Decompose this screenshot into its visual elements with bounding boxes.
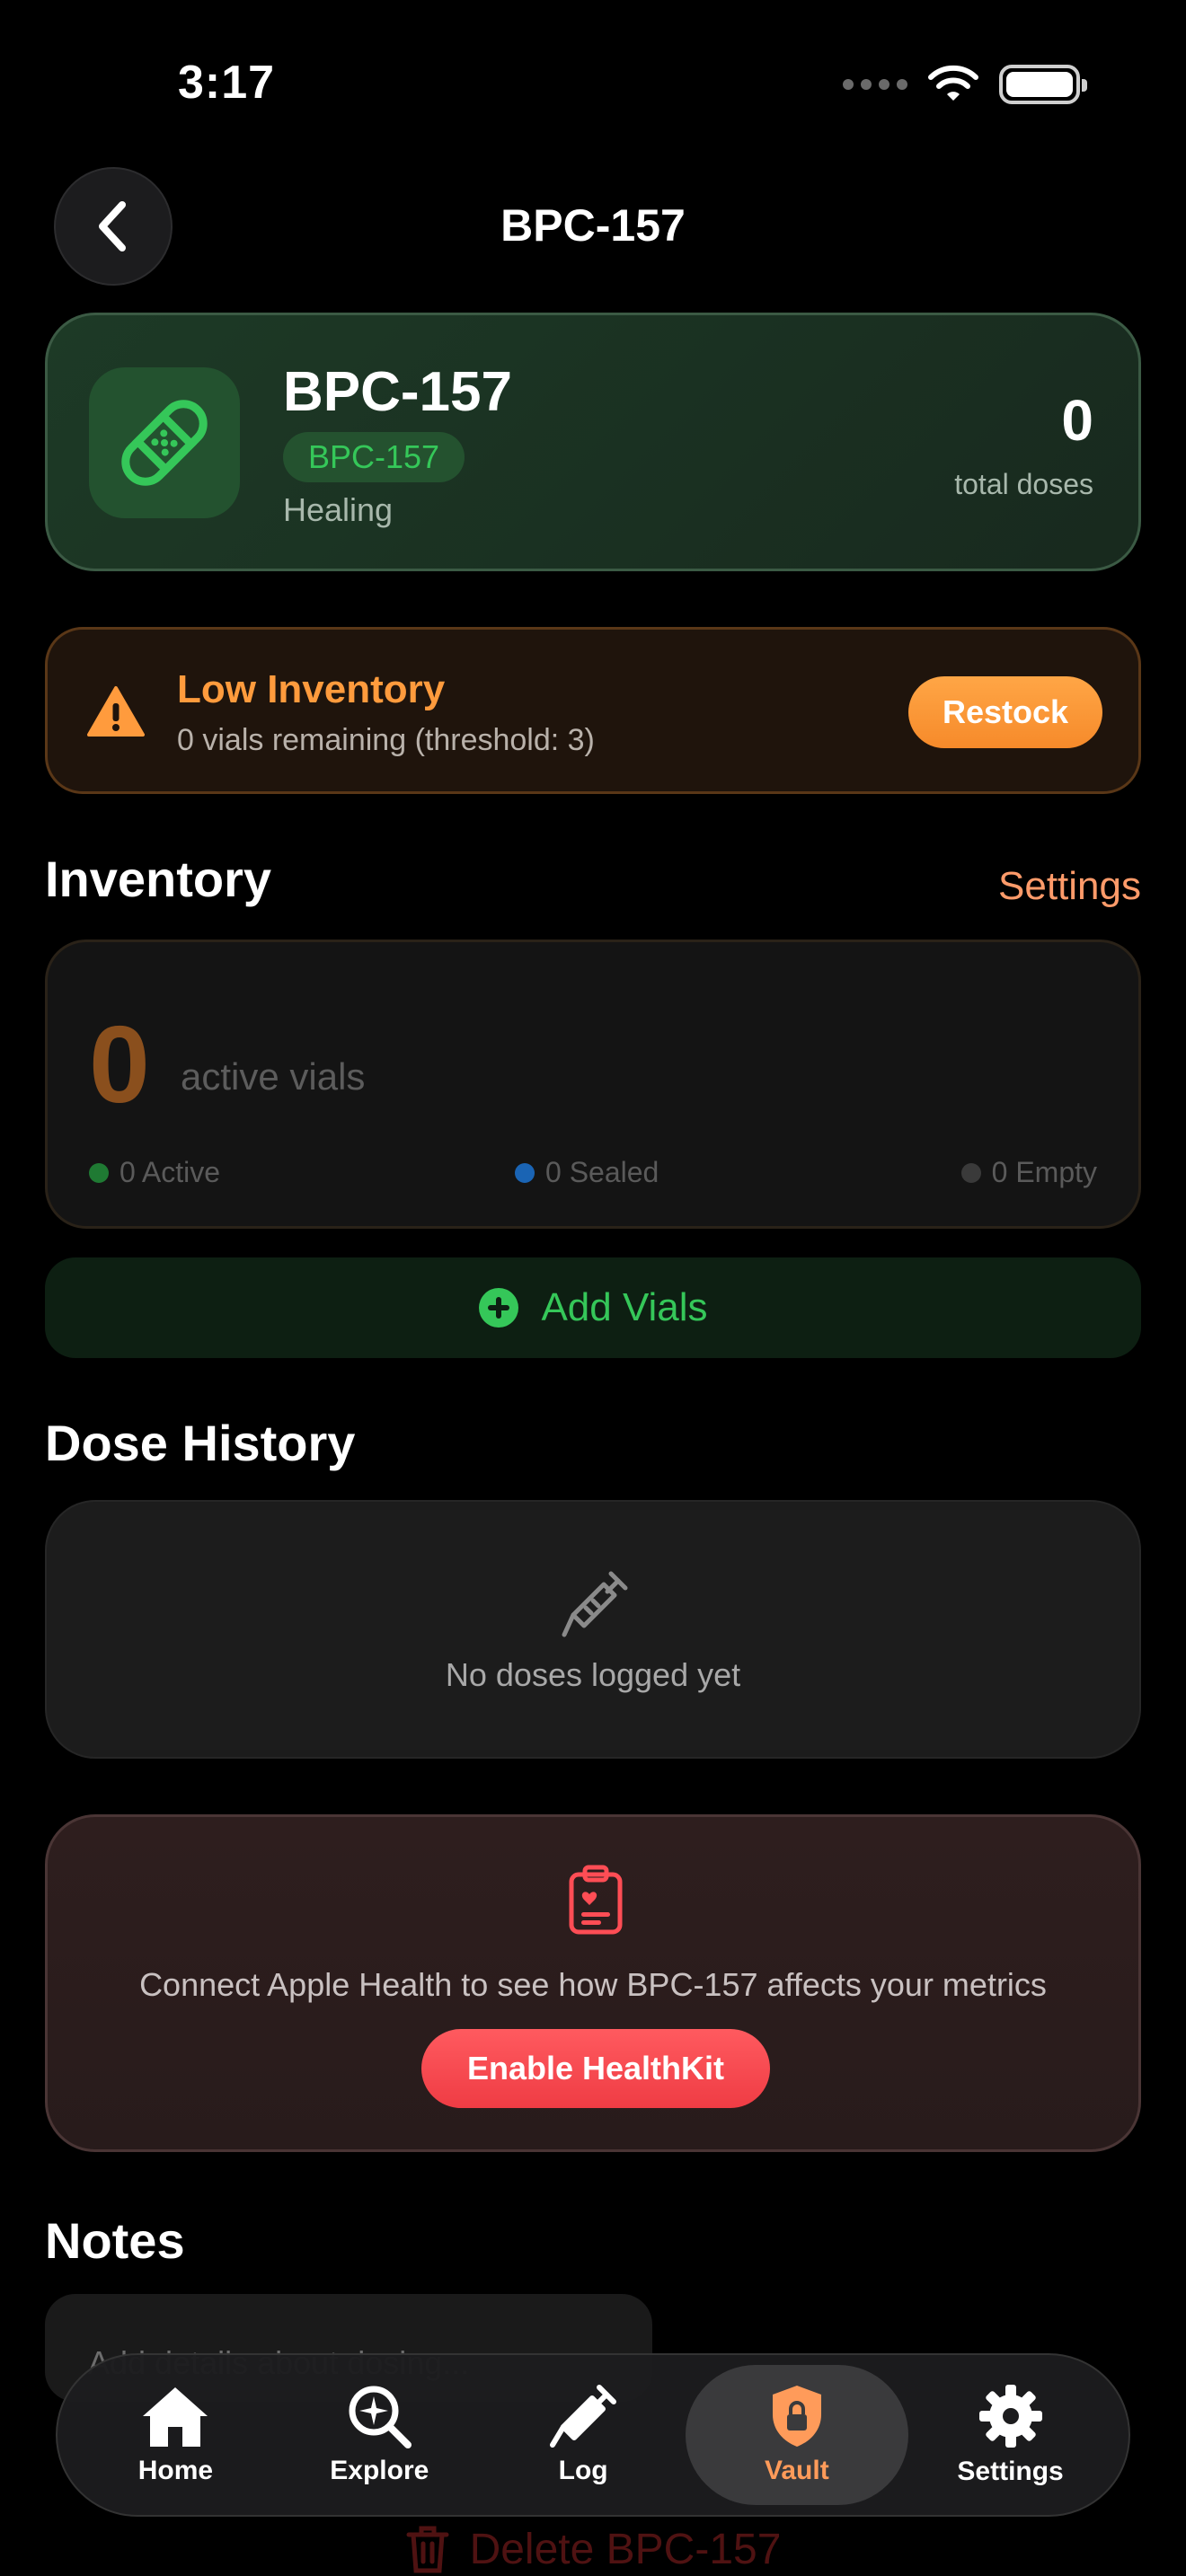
sealed-dot-icon — [515, 1162, 535, 1183]
inventory-settings-link[interactable]: Settings — [998, 864, 1141, 909]
dose-history-heading: Dose History — [45, 1415, 356, 1471]
explore-icon — [349, 2386, 412, 2448]
dose-history-card: No doses logged yet — [45, 1500, 1141, 1759]
status-icons — [843, 65, 1087, 104]
health-connect-text: Connect Apple Health to see how BPC-157 … — [139, 1966, 1047, 2003]
tab-vault-label: Vault — [765, 2456, 829, 2485]
delete-compound-button[interactable]: Delete BPC-157 — [0, 2524, 1186, 2574]
alert-subtitle: 0 vials remaining (threshold: 3) — [177, 723, 595, 757]
cellular-dots-icon — [843, 79, 907, 90]
legend-sealed: 0 Sealed — [515, 1156, 659, 1189]
wifi-icon — [928, 65, 978, 101]
add-vials-button[interactable]: Add Vials — [45, 1257, 1141, 1358]
active-dot-icon — [89, 1162, 109, 1183]
tab-home[interactable]: Home — [74, 2365, 278, 2505]
compound-detail-screen: 3:17 BPC-157 BPC-157 BPC-157 Healing 0 t… — [0, 0, 1186, 2576]
clipboard-heart-icon — [569, 1865, 623, 1935]
trash-icon — [406, 2526, 449, 2573]
lock-shield-icon — [772, 2386, 821, 2447]
restock-button[interactable]: Restock — [908, 676, 1102, 748]
dose-history-empty-text: No doses logged yet — [445, 1656, 741, 1693]
notes-heading: Notes — [45, 2212, 185, 2269]
total-doses-value: 0 — [1061, 388, 1093, 453]
syringe-icon — [562, 1571, 628, 1637]
tab-vault[interactable]: Vault — [685, 2365, 909, 2505]
tab-bar: Home Explore Log Vault Settings — [56, 2353, 1130, 2517]
compound-tag-badge: BPC-157 — [283, 432, 465, 482]
inventory-card: 0 active vials 0 Active 0 Sealed 0 Empty — [45, 940, 1141, 1229]
battery-icon — [999, 65, 1087, 104]
active-vials-label: active vials — [181, 1055, 366, 1098]
enable-healthkit-button[interactable]: Enable HealthKit — [421, 2029, 770, 2108]
legend-empty: 0 Empty — [960, 1156, 1097, 1189]
low-inventory-alert: Low Inventory 0 vials remaining (thresho… — [45, 627, 1141, 794]
tab-explore[interactable]: Explore — [278, 2365, 482, 2505]
apple-health-card: Connect Apple Health to see how BPC-157 … — [45, 1814, 1141, 2152]
total-doses-label: total doses — [954, 468, 1093, 500]
tab-log[interactable]: Log — [482, 2365, 686, 2505]
page-title: BPC-157 — [500, 200, 686, 251]
inventory-heading: Inventory — [45, 851, 272, 907]
tab-settings[interactable]: Settings — [908, 2365, 1112, 2505]
compound-category: Healing — [283, 491, 394, 528]
tab-settings-label: Settings — [957, 2457, 1064, 2486]
house-icon — [143, 2387, 208, 2447]
bandage-icon — [121, 400, 208, 486]
plus-circle-icon — [479, 1288, 519, 1328]
add-vials-label: Add Vials — [541, 1285, 708, 1329]
delete-label: Delete BPC-157 — [469, 2525, 782, 2573]
gear-icon — [978, 2385, 1042, 2448]
legend-active: 0 Active — [89, 1156, 220, 1189]
tab-explore-label: Explore — [330, 2456, 429, 2485]
alert-title: Low Inventory — [177, 667, 446, 711]
compound-icon-tile — [89, 367, 240, 518]
syringe-icon — [550, 2385, 617, 2448]
active-vials-count: 0 — [89, 1003, 150, 1125]
empty-dot-icon — [960, 1162, 981, 1183]
tab-home-label: Home — [137, 2456, 214, 2485]
status-time: 3:17 — [178, 57, 276, 109]
compound-name: BPC-157 — [283, 361, 512, 423]
warning-icon — [87, 686, 145, 737]
compound-header-card: BPC-157 BPC-157 Healing 0 total doses — [45, 313, 1141, 571]
tab-log-label: Log — [558, 2456, 608, 2485]
